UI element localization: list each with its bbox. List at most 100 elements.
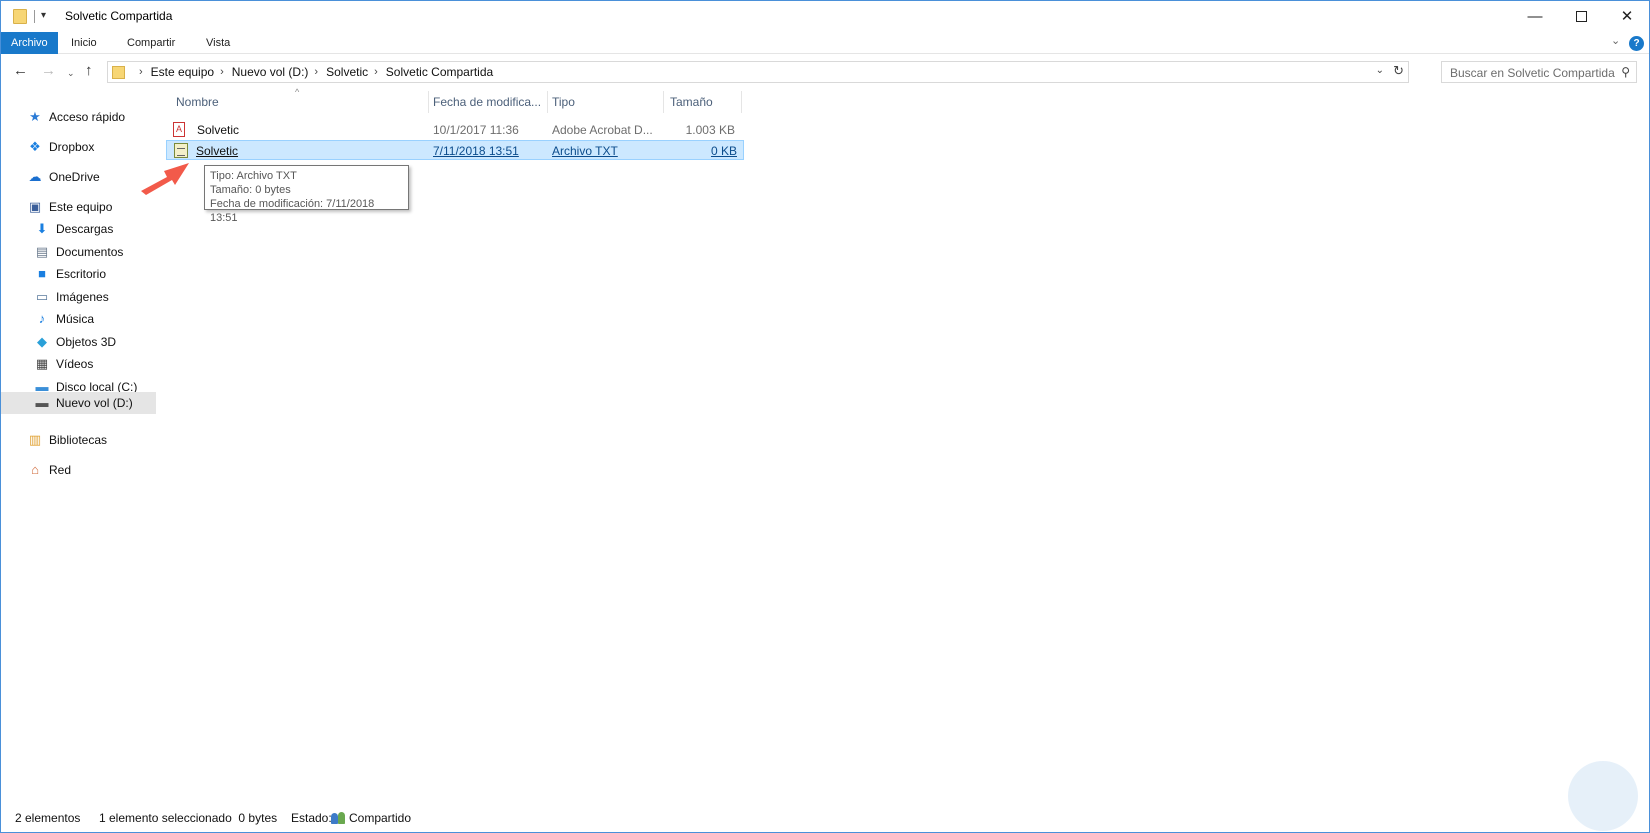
selection-info: 1 elemento seleccionado 0 bytes (99, 811, 278, 825)
column-divider[interactable] (663, 91, 664, 113)
sidebar-item-documentos[interactable]: ▤ Documentos (34, 241, 124, 263)
sidebar-item-label: Documentos (56, 245, 124, 259)
column-header-tamano[interactable]: Tamaño (670, 91, 713, 113)
share-state-value: Compartido (349, 811, 412, 825)
pdf-icon: A (173, 122, 185, 137)
navigation-bar: ← → ⌄ ↑ › Este equipo › Nuevo vol (D:) ›… (1, 57, 1649, 87)
tab-inicio[interactable]: Inicio (61, 32, 107, 54)
document-icon: ▤ (35, 244, 49, 259)
file-size: 1.003 KB (685, 123, 735, 137)
chevron-right-icon[interactable]: › (374, 66, 378, 78)
back-button[interactable]: ← (13, 61, 28, 81)
column-divider[interactable] (547, 91, 548, 113)
divider (34, 10, 35, 23)
help-icon[interactable]: ? (1629, 36, 1644, 51)
file-row[interactable]: A Solvetic 10/1/2017 11:36 Adobe Acrobat… (169, 120, 741, 140)
sidebar-item-este-equipo[interactable]: ▣ Este equipo (27, 196, 113, 218)
sidebar-item-label: Música (56, 312, 95, 326)
folder-icon (13, 9, 27, 24)
column-divider[interactable] (741, 91, 742, 113)
column-header-tipo[interactable]: Tipo (552, 91, 575, 113)
maximize-icon (1575, 10, 1587, 22)
folder-icon (112, 65, 125, 79)
chevron-right-icon[interactable]: › (139, 66, 143, 78)
sort-ascending-icon: ^ (295, 87, 300, 97)
share-state: Compartido (331, 811, 411, 825)
maximize-button[interactable] (1558, 1, 1604, 31)
sidebar-item-bibliotecas[interactable]: ▥ Bibliotecas (27, 429, 107, 451)
file-size: 0 KB (710, 144, 737, 158)
explorer-window: ▾ Solvetic Compartida — ✕ Archivo Inicio… (0, 0, 1650, 833)
file-name: Solvetic (197, 123, 240, 137)
breadcrumb-solvetic[interactable]: Solvetic (326, 65, 368, 79)
shared-users-icon (331, 811, 346, 824)
sidebar-item-videos[interactable]: ▦ Vídeos (34, 353, 94, 375)
sidebar-item-label: Escritorio (56, 267, 107, 281)
sidebar-item-imagenes[interactable]: ▭ Imágenes (34, 286, 109, 308)
up-button[interactable]: ↑ (85, 61, 93, 81)
tooltip-size: Tamaño: 0 bytes (210, 184, 291, 196)
sidebar-item-descargas[interactable]: ⬇ Descargas (34, 218, 114, 240)
sidebar-item-nuevo-vol-d[interactable]: ▬ Nuevo vol (D:) (1, 392, 156, 414)
tab-compartir[interactable]: Compartir (117, 32, 185, 54)
breadcrumb-solvetic-compartida[interactable]: Solvetic Compartida (386, 65, 493, 79)
sidebar-item-musica[interactable]: ♪ Música (34, 308, 94, 330)
music-icon: ♪ (38, 311, 46, 326)
cloud-icon: ☁ (28, 169, 42, 184)
sidebar-item-objetos-3d[interactable]: ◆ Objetos 3D (34, 331, 116, 353)
sidebar-item-label: OneDrive (49, 170, 100, 184)
forward-button[interactable]: → (41, 61, 56, 81)
sidebar-item-label: Descargas (56, 222, 114, 236)
sidebar-item-red[interactable]: ⌂ Red (27, 459, 71, 481)
sidebar-item-label: Acceso rápido (49, 110, 126, 124)
sidebar-item-escritorio[interactable]: ■ Escritorio (34, 263, 106, 285)
address-bar[interactable]: › Este equipo › Nuevo vol (D:) › Solveti… (107, 61, 1409, 83)
star-icon: ★ (29, 109, 41, 124)
title-bar: ▾ Solvetic Compartida — ✕ (1, 1, 1649, 31)
annotation-arrow-icon (141, 163, 189, 195)
network-icon: ⌂ (31, 462, 39, 477)
sidebar-item-dropbox[interactable]: ❖ Dropbox (27, 136, 94, 158)
file-tooltip: Tipo: Archivo TXT Tamaño: 0 bytes Fecha … (204, 165, 409, 224)
ribbon: Archivo Inicio Compartir Vista ⌄ ? (1, 32, 1649, 54)
chevron-right-icon[interactable]: › (314, 66, 318, 78)
images-icon: ▭ (35, 289, 49, 304)
quick-access-dropdown-icon[interactable]: ▾ (41, 10, 46, 21)
sidebar-item-acceso-rapido[interactable]: ★ Acceso rápido (27, 106, 125, 128)
search-placeholder: Buscar en Solvetic Compartida (1450, 66, 1615, 80)
column-divider[interactable] (428, 91, 429, 113)
sidebar-item-label: Bibliotecas (49, 433, 108, 447)
chevron-right-icon[interactable]: › (220, 66, 224, 78)
recent-locations-icon[interactable]: ⌄ (67, 63, 75, 83)
search-input[interactable]: Buscar en Solvetic Compartida ⚲ (1441, 61, 1637, 83)
cube-icon: ◆ (37, 334, 47, 349)
file-name: Solvetic (196, 144, 239, 158)
item-count: 2 elementos (15, 811, 81, 825)
sidebar-item-label: Nuevo vol (D:) (56, 396, 133, 410)
sidebar-item-label: Vídeos (56, 357, 94, 371)
column-header-nombre[interactable]: Nombre (176, 91, 219, 113)
minimize-button[interactable]: — (1512, 1, 1558, 31)
sidebar-item-label: Objetos 3D (56, 335, 117, 349)
tab-archivo[interactable]: Archivo (1, 32, 58, 54)
sidebar-item-label: Este equipo (49, 200, 113, 214)
file-row[interactable]: Solvetic 7/11/2018 13:51 Archivo TXT 0 K… (166, 140, 744, 160)
breadcrumb-este-equipo[interactable]: Este equipo (151, 65, 214, 79)
tooltip-type: Tipo: Archivo TXT (210, 170, 297, 182)
video-icon: ▦ (35, 356, 49, 371)
close-button[interactable]: ✕ (1604, 1, 1650, 31)
sidebar-item-label: Imágenes (56, 290, 109, 304)
column-header-fecha[interactable]: Fecha de modifica... (433, 91, 541, 113)
desktop-icon: ■ (38, 266, 46, 281)
refresh-icon[interactable]: ↻ (1393, 63, 1404, 79)
computer-icon: ▣ (28, 199, 42, 214)
chevron-down-icon[interactable]: ⌄ (1376, 65, 1384, 76)
breadcrumb-nuevo-vol[interactable]: Nuevo vol (D:) (232, 65, 309, 79)
expand-ribbon-icon[interactable]: ⌄ (1611, 34, 1620, 47)
tab-vista[interactable]: Vista (196, 32, 240, 54)
search-icon[interactable]: ⚲ (1621, 65, 1630, 79)
sidebar-item-onedrive[interactable]: ☁ OneDrive (27, 166, 100, 188)
sidebar-item-label: Dropbox (49, 140, 95, 154)
dropbox-icon: ❖ (29, 139, 41, 154)
tooltip-date: Fecha de modificación: 7/11/2018 13:51 (210, 198, 375, 224)
